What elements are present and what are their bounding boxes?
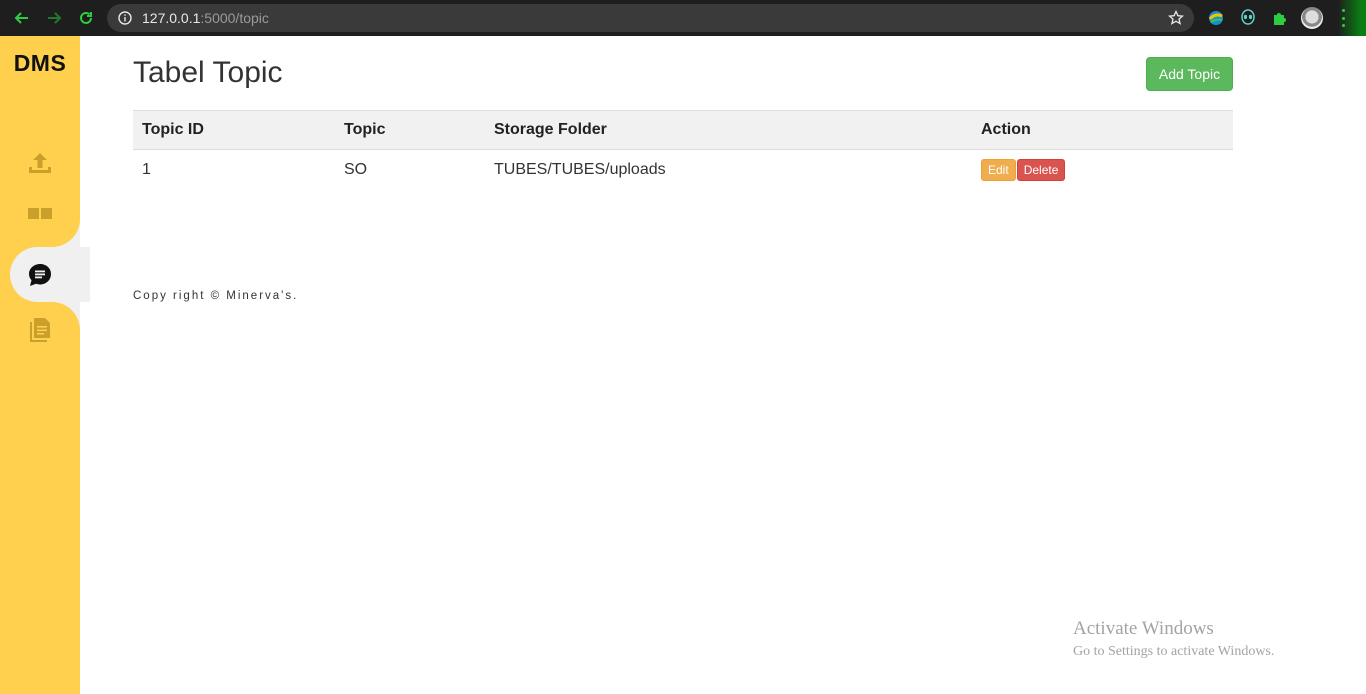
cell-topic-id: 1 (142, 160, 151, 178)
info-icon[interactable] (118, 11, 132, 25)
extensions-puzzle-icon[interactable] (1270, 8, 1290, 28)
documents-icon[interactable] (26, 316, 54, 344)
add-topic-button[interactable]: Add Topic (1146, 57, 1233, 91)
footer-copyright: Copy right © Minerva's. (133, 290, 299, 302)
sidebar: DMS (0, 36, 90, 694)
url-text: 127.0.0.1:5000/topic (142, 10, 269, 26)
cell-storage-folder: TUBES/TUBES/uploads (494, 160, 666, 178)
chat-icon (29, 264, 51, 286)
watermark-subtitle: Go to Settings to activate Windows. (1073, 644, 1275, 659)
table-row: 1 SO TUBES/TUBES/uploads Edit Delete (133, 150, 1233, 190)
delete-button[interactable]: Delete (1016, 158, 1066, 181)
cell-topic: SO (344, 160, 368, 178)
browser-menu-icon[interactable] (1340, 9, 1346, 27)
active-tab-curve-top (10, 219, 80, 247)
brand-logo[interactable]: DMS (0, 50, 80, 77)
header-topic: Topic (335, 110, 485, 150)
profile-avatar[interactable] (1301, 7, 1323, 29)
topic-table: Topic ID Topic Storage Folder Action 1 S… (133, 110, 1233, 190)
windows-activation-watermark: Activate Windows Go to Settings to activ… (1073, 618, 1274, 660)
table-header-row: Topic ID Topic Storage Folder Action (133, 110, 1233, 150)
back-arrow-icon[interactable] (11, 7, 33, 29)
active-tab-extension (80, 247, 90, 302)
cell-action: Edit Delete (972, 150, 1233, 190)
forward-arrow-icon[interactable] (43, 7, 65, 29)
edit-button[interactable]: Edit (981, 158, 1016, 181)
header-topic-id: Topic ID (133, 110, 335, 150)
reload-icon[interactable] (75, 7, 97, 29)
browser-toolbar: 127.0.0.1:5000/topic (0, 0, 1366, 36)
watermark-title: Activate Windows (1073, 618, 1214, 639)
url-path: :5000/topic (200, 10, 269, 26)
bookmark-star-icon[interactable] (1168, 10, 1184, 26)
address-bar[interactable]: 127.0.0.1:5000/topic (107, 4, 1194, 32)
sidebar-item-topic[interactable] (10, 247, 90, 302)
header-storage-folder: Storage Folder (485, 110, 972, 150)
header-action: Action (972, 110, 1233, 150)
page-title: Tabel Topic (133, 56, 283, 89)
upload-icon[interactable] (26, 150, 54, 178)
extension-alien-icon[interactable] (1238, 8, 1258, 28)
extension-globe-icon[interactable] (1206, 8, 1226, 28)
url-host: 127.0.0.1 (142, 10, 201, 26)
